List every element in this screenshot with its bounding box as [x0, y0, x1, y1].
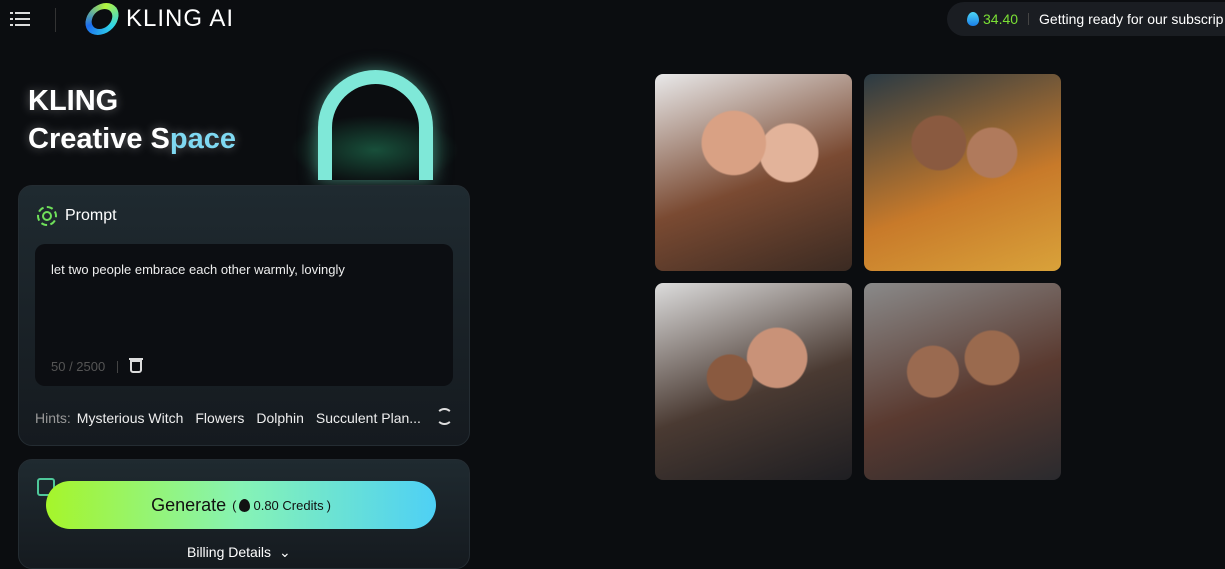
kling-logo-icon: [81, 3, 123, 35]
logo[interactable]: KLING AI: [81, 3, 235, 35]
generate-button[interactable]: Generate ( 0.80 Credits ): [46, 481, 436, 529]
menu-icon[interactable]: [10, 9, 32, 29]
billing-details-toggle[interactable]: Billing Details ⌄: [187, 544, 291, 561]
top-bar: KLING AI 34.40 Getting ready for our sub…: [0, 0, 1225, 38]
cost-text: 0.80 Credits: [253, 497, 324, 513]
paren: ): [326, 497, 331, 513]
result-image[interactable]: [864, 74, 1061, 271]
hero-ring-graphic: [318, 70, 433, 180]
result-image[interactable]: [655, 74, 852, 271]
logo-text: KLING AI: [126, 5, 235, 32]
generate-label: Generate: [151, 494, 227, 515]
char-counter: 50 / 2500: [51, 359, 106, 374]
hint-chip[interactable]: Mysterious Witch: [77, 410, 184, 426]
announcement-text[interactable]: Getting ready for our subscrip: [1039, 11, 1223, 27]
refresh-icon[interactable]: [436, 408, 453, 425]
generate-cost: ( 0.80 Credits ): [232, 498, 331, 513]
title-accent: pace: [169, 123, 236, 155]
prompt-text[interactable]: let two people embrace each other warmly…: [51, 262, 345, 277]
prompt-title: Prompt: [65, 207, 117, 224]
char-counter-row: 50 / 2500: [51, 358, 144, 374]
sun-icon: [37, 206, 57, 226]
credit-drop-icon: [967, 12, 979, 26]
credits-pill[interactable]: 34.40 Getting ready for our subscrip: [947, 2, 1225, 36]
page-title: KLING Creative Space: [28, 82, 236, 158]
hints-label: Hints:: [35, 410, 71, 426]
hint-chip[interactable]: Dolphin: [256, 410, 303, 426]
title-line-2: Creative Space: [28, 120, 236, 158]
divider: [1028, 13, 1030, 25]
title-part: Creative S: [28, 123, 170, 155]
divider: [117, 360, 119, 373]
billing-label: Billing Details: [187, 544, 272, 560]
hint-chip[interactable]: Flowers: [195, 410, 244, 426]
title-line-1: KLING: [28, 85, 119, 117]
divider: [55, 8, 56, 32]
credit-fire-icon: [239, 498, 251, 512]
credits-balance: 34.40: [983, 11, 1019, 27]
result-image[interactable]: [655, 283, 852, 480]
prompt-input[interactable]: let two people embrace each other warmly…: [35, 244, 453, 386]
chevron-down-icon: ⌄: [279, 544, 291, 560]
result-image[interactable]: [864, 283, 1061, 480]
hints-row: Hints: Mysterious Witch Flowers Dolphin …: [35, 410, 421, 426]
prompt-header: Prompt: [37, 206, 117, 226]
trash-icon[interactable]: [129, 358, 144, 373]
hint-chip[interactable]: Succulent Plan...: [316, 410, 421, 426]
prompt-panel: Prompt let two people embrace each other…: [18, 185, 470, 446]
paren: (: [232, 497, 237, 513]
